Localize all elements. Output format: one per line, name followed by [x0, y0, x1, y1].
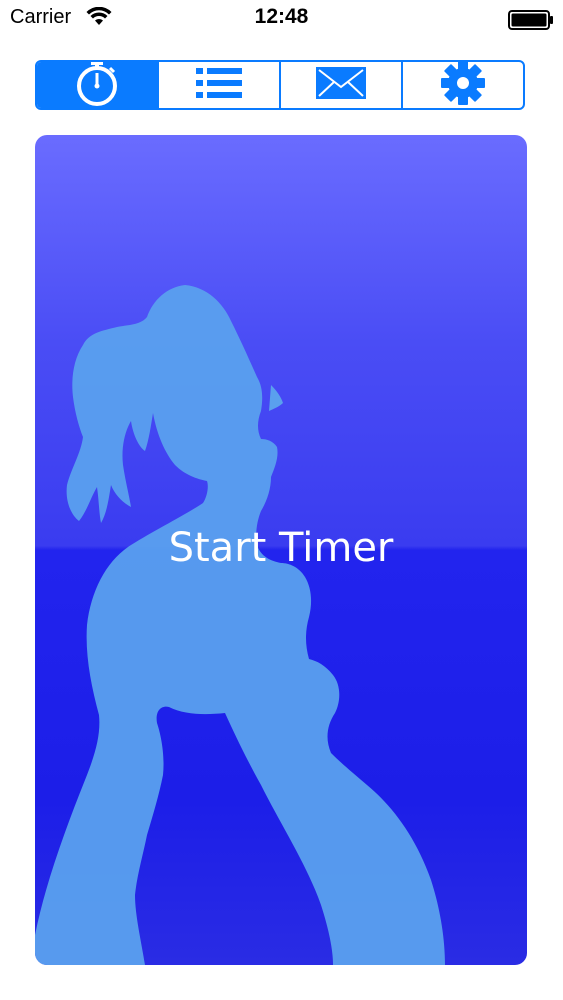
start-timer-label: Start Timer: [168, 525, 394, 571]
status-time: 12:48: [254, 5, 309, 28]
tab-list[interactable]: [157, 62, 279, 108]
tab-timer[interactable]: [37, 62, 157, 108]
battery-full-icon: [508, 10, 554, 35]
envelope-icon: [315, 66, 367, 105]
status-bar: Carrier 12:48: [0, 0, 563, 40]
tab-email[interactable]: [279, 62, 401, 108]
gear-icon: [440, 62, 486, 108]
start-timer-button[interactable]: Start Timer: [35, 135, 527, 965]
tab-settings[interactable]: [401, 62, 523, 108]
stopwatch-icon: [73, 62, 121, 108]
tab-bar: [35, 60, 525, 110]
list-icon: [194, 66, 244, 105]
